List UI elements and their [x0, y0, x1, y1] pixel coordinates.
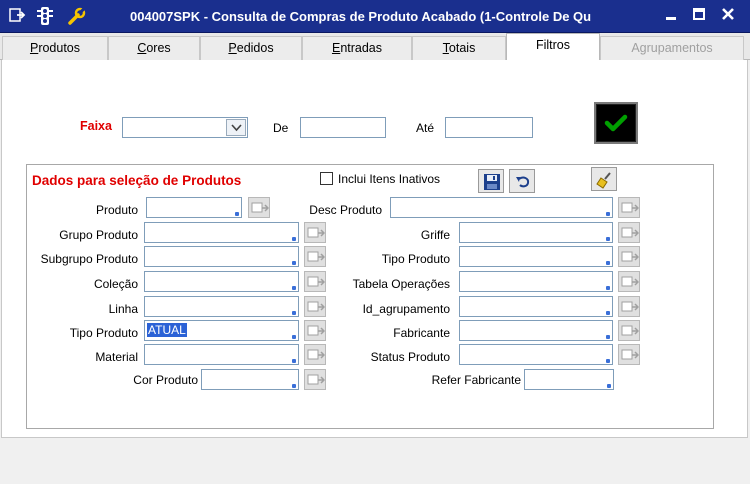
include-inactive-checkbox[interactable]	[320, 172, 333, 185]
de-input[interactable]	[300, 117, 386, 138]
grupo-produto-input[interactable]	[144, 222, 299, 243]
tipo-produto-value: ATUAL	[147, 323, 187, 337]
id-agrupamento-input[interactable]	[459, 296, 613, 317]
faixa-label: Faixa	[80, 119, 112, 133]
griffe-input[interactable]	[459, 222, 613, 243]
ate-label: Até	[416, 121, 435, 135]
tab-label: Entradas	[331, 41, 383, 55]
grupo-produto-label: Grupo Produto	[59, 228, 138, 242]
desc-produto-label: Desc Produto	[309, 203, 382, 217]
status-produto-lookup-button[interactable]	[618, 344, 640, 365]
include-inactive-label: Inclui Itens Inativos	[338, 172, 441, 186]
wrench-icon[interactable]	[66, 6, 88, 28]
clear-button[interactable]	[591, 167, 617, 191]
tab-label: Cores	[137, 41, 171, 55]
tab-cores[interactable]: Cores	[108, 36, 200, 60]
fabricante-input[interactable]	[459, 320, 613, 341]
tab-label: Filtros	[535, 38, 571, 52]
produto-input[interactable]	[146, 197, 242, 218]
group-title: Dados para seleção de Produtos	[32, 173, 242, 188]
subgrupo-produto-label: Subgrupo Produto	[40, 252, 138, 266]
produto-label: Produto	[95, 203, 138, 217]
save-button[interactable]	[478, 169, 504, 193]
lookup-icon	[621, 202, 639, 213]
desc-produto-input[interactable]	[390, 197, 613, 218]
fabricante-lookup-button[interactable]	[618, 320, 640, 341]
fabricante-label: Fabricante	[393, 326, 450, 340]
tipo-produto-input[interactable]: ATUAL	[144, 320, 299, 341]
faixa-select[interactable]	[122, 117, 248, 138]
linha-label: Linha	[108, 302, 138, 316]
lookup-icon	[621, 349, 639, 360]
cor-produto-lookup-button[interactable]	[304, 369, 326, 390]
maximize-button[interactable]	[689, 7, 709, 25]
tab-label: Pedidos	[228, 41, 274, 55]
minimize-button[interactable]	[661, 7, 681, 25]
cor-produto-input[interactable]	[201, 369, 299, 390]
tabela-operacoes-input[interactable]	[459, 271, 613, 292]
cor-produto-label: Cor Produto	[133, 373, 198, 387]
tipo-produto-right-lookup-button[interactable]	[618, 246, 640, 267]
window-title: 004007SPK - Consulta de Compras de Produ…	[130, 9, 592, 24]
tab-totais[interactable]: Totais	[412, 36, 506, 60]
tabela-operacoes-lookup-button[interactable]	[618, 271, 640, 292]
produto-lookup-button[interactable]	[248, 197, 270, 218]
broom-icon	[596, 172, 611, 189]
refer-fabricante-input[interactable]	[524, 369, 614, 390]
tipo-produto-label: Tipo Produto	[69, 326, 138, 340]
material-input[interactable]	[144, 344, 299, 365]
ate-input[interactable]	[445, 117, 533, 138]
tab-pedidos[interactable]: Pedidos	[200, 36, 302, 60]
id-agrupamento-lookup-button[interactable]	[618, 296, 640, 317]
material-label: Material	[95, 350, 138, 364]
griffe-lookup-button[interactable]	[618, 222, 640, 243]
tab-produtos[interactable]: Produtos	[2, 36, 108, 60]
tab-label: Totais	[442, 41, 476, 55]
griffe-label: Griffe	[420, 228, 450, 242]
tab-filtros[interactable]: Filtros	[506, 33, 600, 60]
lookup-icon	[621, 251, 639, 262]
checkmark-icon	[604, 114, 628, 132]
status-produto-input[interactable]	[459, 344, 613, 365]
desc-produto-lookup-button[interactable]	[618, 197, 640, 218]
tab-label: Produtos	[29, 41, 81, 55]
linha-input[interactable]	[144, 296, 299, 317]
lookup-icon	[621, 301, 639, 312]
tab-label: Agrupamentos	[631, 41, 713, 55]
confirm-button[interactable]	[594, 102, 638, 144]
colecao-label: Coleção	[93, 277, 138, 291]
chevron-down-icon[interactable]	[226, 119, 246, 136]
undo-button[interactable]	[509, 169, 535, 193]
tabela-operacoes-label: Tabela Operações	[352, 277, 450, 291]
subgrupo-produto-input[interactable]	[144, 246, 299, 267]
lookup-icon	[251, 202, 269, 213]
lookup-icon	[621, 325, 639, 336]
tab-agrupamentos[interactable]: Agrupamentos	[600, 36, 744, 60]
tipo-produto-right-label: Tipo Produto	[381, 252, 450, 266]
floppy-disk-icon	[484, 174, 500, 190]
traffic-light-icon[interactable]	[34, 6, 56, 28]
status-produto-label: Status Produto	[370, 350, 450, 364]
refer-fabricante-label: Refer Fabricante	[431, 373, 521, 387]
tipo-produto-right-input[interactable]	[459, 246, 613, 267]
lookup-icon	[307, 374, 325, 385]
close-button[interactable]	[718, 7, 738, 25]
id-agrupamento-label: Id_agrupamento	[362, 302, 450, 316]
lookup-icon	[621, 276, 639, 287]
tab-entradas[interactable]: Entradas	[302, 36, 412, 60]
de-label: De	[273, 121, 289, 135]
lookup-icon	[621, 227, 639, 238]
menu-icon[interactable]	[6, 6, 28, 28]
colecao-input[interactable]	[144, 271, 299, 292]
undo-icon	[516, 176, 530, 188]
